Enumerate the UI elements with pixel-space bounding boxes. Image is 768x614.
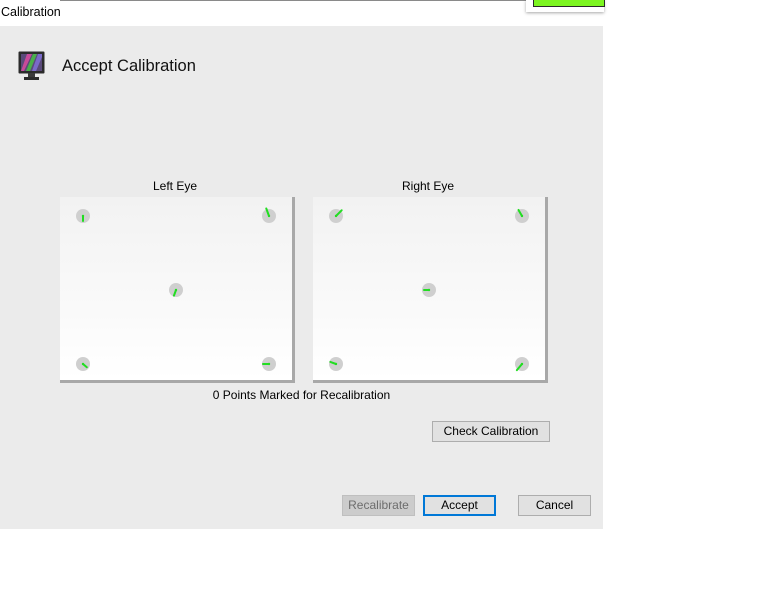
check-calibration-button[interactable]: Check Calibration [432, 421, 550, 442]
right-eye-panel [313, 197, 548, 383]
title-divider [60, 0, 526, 1]
left-calibration-point-center[interactable] [169, 283, 183, 297]
calibration-dialog: Accept Calibration Left Eye Right Eye 0 … [0, 26, 603, 529]
accept-button[interactable]: Accept [423, 495, 496, 516]
gaze-marker [334, 209, 343, 218]
right-calibration-point-bottom-left[interactable] [329, 357, 343, 371]
recalibration-status: 0 Points Marked for Recalibration [212, 388, 391, 402]
gaze-marker [329, 360, 338, 366]
left-eye-label: Left Eye [152, 179, 198, 193]
right-eye-label: Right Eye [401, 179, 455, 193]
page-title: Accept Calibration [62, 57, 196, 75]
recalibrate-button[interactable]: Recalibrate [342, 495, 415, 516]
left-calibration-point-top-right[interactable] [262, 207, 276, 223]
left-calibration-point-bottom-right[interactable] [262, 357, 276, 371]
gaze-marker [423, 288, 431, 292]
right-calibration-point-bottom-right[interactable] [515, 357, 529, 372]
gaze-marker [517, 208, 524, 218]
gaze-marker [81, 362, 88, 369]
window-title: Calibration [1, 5, 61, 19]
right-calibration-point-center[interactable] [422, 283, 436, 297]
gaze-marker [515, 362, 524, 372]
background-progress-bar [533, 0, 605, 7]
right-calibration-point-top-right[interactable] [515, 208, 529, 223]
left-calibration-point-top-left[interactable] [76, 209, 90, 223]
right-calibration-point-top-left[interactable] [329, 209, 343, 223]
title-bar: Calibration [0, 0, 603, 26]
gaze-marker [81, 214, 85, 222]
gaze-marker [265, 207, 271, 218]
gaze-marker [172, 288, 178, 297]
left-eye-panel [60, 197, 295, 383]
left-calibration-point-bottom-left[interactable] [76, 357, 90, 371]
monitor-icon [18, 51, 45, 80]
gaze-marker [262, 362, 271, 366]
cancel-button[interactable]: Cancel [518, 495, 591, 516]
background-window [526, 0, 605, 12]
